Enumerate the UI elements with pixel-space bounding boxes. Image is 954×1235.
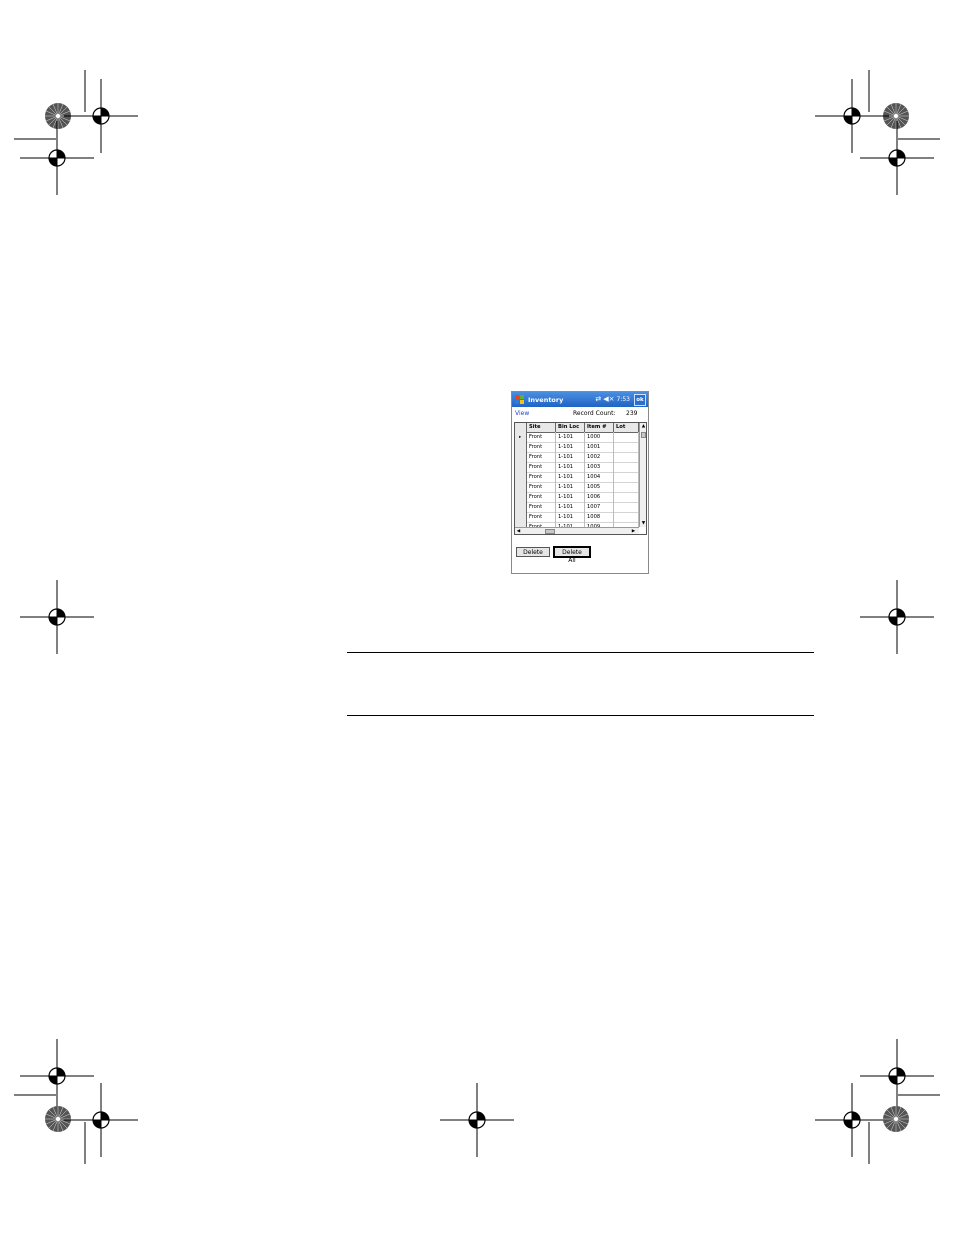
row-header[interactable] [515, 442, 527, 452]
table-cell[interactable] [614, 502, 639, 512]
table-cell[interactable] [614, 512, 639, 522]
table-cell[interactable] [614, 442, 639, 452]
pocket-pc-screen: Inventory ⇄ ◀× 7:53 ok View Record Count… [511, 391, 649, 574]
row-header[interactable] [515, 502, 527, 512]
table-cell[interactable]: 1-101 [556, 452, 585, 462]
clock[interactable]: 7:53 [617, 396, 630, 403]
volume-muted-icon[interactable]: ◀× [603, 396, 614, 403]
table-cell[interactable]: 1008 [585, 512, 614, 522]
horizontal-scrollbar[interactable]: ◀ ▶ [515, 527, 639, 534]
table-cell[interactable]: 1-101 [556, 472, 585, 482]
ok-button[interactable]: ok [634, 393, 646, 406]
row-header[interactable] [515, 482, 527, 492]
table-cell[interactable]: Front [527, 442, 556, 452]
row-header[interactable] [515, 492, 527, 502]
title-bar: Inventory ⇄ ◀× 7:53 ok [512, 392, 648, 407]
table-cell[interactable]: 1006 [585, 492, 614, 502]
sync-icon[interactable]: ⇄ [595, 396, 601, 403]
table-cell[interactable]: Front [527, 512, 556, 522]
table-cell[interactable]: 1-101 [556, 432, 585, 442]
table-cell[interactable] [614, 482, 639, 492]
row-header[interactable] [515, 452, 527, 462]
view-menu[interactable]: View [515, 410, 529, 417]
record-count-value: 239 [626, 410, 638, 417]
scroll-down-arrow-icon[interactable]: ▼ [640, 520, 646, 527]
table-cell[interactable]: 1001 [585, 442, 614, 452]
print-registration-marks [14, 70, 940, 1164]
delete-button[interactable]: Delete [516, 547, 550, 557]
vertical-scroll-thumb[interactable] [641, 432, 646, 438]
menu-row: View Record Count: 239 [512, 408, 648, 419]
horizontal-scroll-thumb[interactable] [545, 529, 555, 534]
table-cell[interactable]: 1-101 [556, 502, 585, 512]
bottom-rule [347, 715, 814, 716]
table-cell[interactable] [614, 462, 639, 472]
inventory-grid[interactable]: Site Bin Loc Item # Lot ▸ Front 1-101 1000 F… [514, 422, 647, 535]
delete-all-button[interactable]: Delete All [553, 546, 591, 564]
top-rule [347, 652, 814, 653]
table-cell[interactable]: 1-101 [556, 462, 585, 472]
table-cell[interactable]: 1-101 [556, 482, 585, 492]
column-header-lot[interactable]: Lot [614, 423, 639, 432]
table-cell[interactable]: Front [527, 472, 556, 482]
table-cell[interactable]: 1-101 [556, 442, 585, 452]
table-cell[interactable]: 1004 [585, 472, 614, 482]
scroll-left-arrow-icon[interactable]: ◀ [515, 528, 522, 534]
scroll-up-arrow-icon[interactable]: ▲ [640, 423, 646, 430]
table-cell[interactable]: 1-101 [556, 512, 585, 522]
table-cell[interactable]: Front [527, 432, 556, 442]
scroll-right-arrow-icon[interactable]: ▶ [630, 528, 637, 534]
table-cell[interactable]: Front [527, 492, 556, 502]
row-header[interactable] [515, 462, 527, 472]
table-cell[interactable]: 1007 [585, 502, 614, 512]
table-cell[interactable]: 1005 [585, 482, 614, 492]
column-header-site[interactable]: Site [527, 423, 556, 432]
column-header-item[interactable]: Item # [585, 423, 614, 432]
table-cell[interactable]: 1003 [585, 462, 614, 472]
table-cell[interactable] [614, 432, 639, 442]
table-cell[interactable]: Front [527, 462, 556, 472]
table-cell[interactable] [614, 472, 639, 482]
vertical-scrollbar[interactable]: ▲ ▼ [639, 423, 646, 527]
table-cell[interactable]: Front [527, 452, 556, 462]
table-cell[interactable] [614, 452, 639, 462]
header-corner [515, 423, 527, 432]
table-cell[interactable]: 1002 [585, 452, 614, 462]
window-title: Inventory [528, 395, 564, 404]
table-cell[interactable] [614, 492, 639, 502]
table-cell[interactable]: 1-101 [556, 492, 585, 502]
row-header[interactable]: ▸ [515, 432, 527, 442]
row-header[interactable] [515, 512, 527, 522]
row-header[interactable] [515, 472, 527, 482]
table-cell[interactable]: Front [527, 482, 556, 492]
record-count-label: Record Count: [573, 410, 616, 417]
table-cell[interactable]: 1000 [585, 432, 614, 442]
column-header-bin-loc[interactable]: Bin Loc [556, 423, 585, 432]
current-row-arrow-icon: ▸ [519, 435, 522, 440]
table-cell[interactable]: Front [527, 502, 556, 512]
windows-flag-icon[interactable] [514, 394, 525, 405]
